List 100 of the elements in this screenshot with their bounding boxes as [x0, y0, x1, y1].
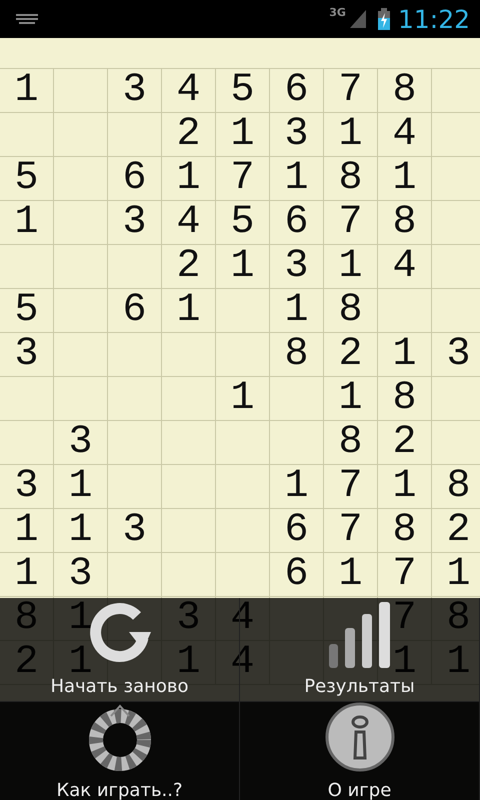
- grid-cell[interactable]: [54, 289, 108, 333]
- grid-cell[interactable]: [54, 157, 108, 201]
- grid-cell[interactable]: 4: [162, 69, 216, 113]
- grid-cell[interactable]: 8: [378, 377, 432, 421]
- grid-cell[interactable]: 2: [432, 509, 480, 553]
- grid-cell[interactable]: 4: [378, 245, 432, 289]
- grid-cell[interactable]: 7: [378, 553, 432, 597]
- grid-cell[interactable]: 1: [162, 157, 216, 201]
- grid-cell[interactable]: [108, 553, 162, 597]
- grid-cell[interactable]: [162, 333, 216, 377]
- grid-cell[interactable]: 3: [0, 465, 54, 509]
- grid-cell[interactable]: [108, 333, 162, 377]
- grid-cell[interactable]: 5: [0, 289, 54, 333]
- grid-cell[interactable]: 1: [324, 377, 378, 421]
- grid-cell[interactable]: [378, 289, 432, 333]
- grid-cell[interactable]: 8: [378, 201, 432, 245]
- grid-cell[interactable]: 7: [216, 157, 270, 201]
- grid-cell[interactable]: [54, 113, 108, 157]
- grid-cell[interactable]: [162, 421, 216, 465]
- grid-cell[interactable]: 1: [216, 245, 270, 289]
- menu-item[interactable]: Как играть..?: [0, 702, 240, 800]
- grid-cell[interactable]: 5: [0, 157, 54, 201]
- grid-cell[interactable]: [108, 245, 162, 289]
- grid-cell[interactable]: [216, 333, 270, 377]
- grid-cell[interactable]: [108, 377, 162, 421]
- grid-cell[interactable]: [270, 421, 324, 465]
- grid-cell[interactable]: 1: [270, 465, 324, 509]
- grid-cell[interactable]: 2: [324, 333, 378, 377]
- grid-cell[interactable]: 1: [432, 553, 480, 597]
- grid-cell[interactable]: [0, 113, 54, 157]
- grid-cell[interactable]: 4: [162, 201, 216, 245]
- grid-cell[interactable]: 3: [0, 333, 54, 377]
- grid-cell[interactable]: [216, 421, 270, 465]
- grid-cell[interactable]: 5: [216, 201, 270, 245]
- grid-cell[interactable]: 1: [378, 333, 432, 377]
- grid-cell[interactable]: 1: [324, 245, 378, 289]
- grid-cell[interactable]: 8: [324, 289, 378, 333]
- grid-cell[interactable]: [54, 69, 108, 113]
- grid-cell[interactable]: 7: [324, 509, 378, 553]
- grid-cell[interactable]: 2: [162, 245, 216, 289]
- grid-cell[interactable]: 3: [108, 201, 162, 245]
- grid-cell[interactable]: 7: [324, 69, 378, 113]
- grid-cell[interactable]: 1: [0, 201, 54, 245]
- grid-cell[interactable]: 6: [270, 509, 324, 553]
- grid-cell[interactable]: 7: [324, 465, 378, 509]
- grid-cell[interactable]: 1: [0, 69, 54, 113]
- grid-cell[interactable]: 6: [270, 553, 324, 597]
- grid-cell[interactable]: 3: [108, 509, 162, 553]
- grid-cell[interactable]: 8: [378, 509, 432, 553]
- grid-cell[interactable]: 3: [54, 553, 108, 597]
- grid-cell[interactable]: [162, 465, 216, 509]
- grid-cell[interactable]: 3: [432, 333, 480, 377]
- grid-cell[interactable]: 1: [216, 377, 270, 421]
- grid-cell[interactable]: 3: [270, 113, 324, 157]
- grid-cell[interactable]: 3: [54, 421, 108, 465]
- grid-cell[interactable]: [0, 377, 54, 421]
- grid-cell[interactable]: 8: [324, 157, 378, 201]
- grid-cell[interactable]: [0, 245, 54, 289]
- grid-cell[interactable]: 8: [270, 333, 324, 377]
- grid-cell[interactable]: 1: [378, 157, 432, 201]
- grid-cell[interactable]: 1: [0, 553, 54, 597]
- grid-cell[interactable]: 1: [378, 465, 432, 509]
- grid-cell[interactable]: 1: [54, 465, 108, 509]
- grid-cell[interactable]: [54, 377, 108, 421]
- grid-cell[interactable]: 1: [270, 157, 324, 201]
- grid-cell[interactable]: [54, 245, 108, 289]
- grid-cell[interactable]: 1: [54, 509, 108, 553]
- grid-cell[interactable]: [54, 201, 108, 245]
- grid-cell[interactable]: [162, 377, 216, 421]
- grid-cell[interactable]: 1: [216, 113, 270, 157]
- grid-cell[interactable]: [0, 421, 54, 465]
- menu-item[interactable]: О игре: [240, 702, 480, 800]
- grid-cell[interactable]: 6: [270, 201, 324, 245]
- grid-cell[interactable]: [54, 333, 108, 377]
- grid-cell[interactable]: 1: [0, 509, 54, 553]
- grid-cell[interactable]: [108, 465, 162, 509]
- grid-cell[interactable]: 3: [108, 69, 162, 113]
- grid-cell[interactable]: 2: [378, 421, 432, 465]
- grid-cell[interactable]: [162, 509, 216, 553]
- grid-cell[interactable]: [162, 553, 216, 597]
- grid-cell[interactable]: 6: [270, 69, 324, 113]
- grid-cell[interactable]: 3: [270, 245, 324, 289]
- grid-cell[interactable]: [108, 421, 162, 465]
- grid-cell[interactable]: 1: [324, 553, 378, 597]
- grid-cell[interactable]: 1: [324, 113, 378, 157]
- grid-cell[interactable]: 6: [108, 157, 162, 201]
- grid-cell[interactable]: 8: [324, 421, 378, 465]
- grid-cell[interactable]: [216, 553, 270, 597]
- grid-cell[interactable]: 1: [162, 289, 216, 333]
- grid-cell[interactable]: [270, 377, 324, 421]
- grid-cell[interactable]: [216, 465, 270, 509]
- grid-cell[interactable]: 8: [432, 465, 480, 509]
- grid-cell[interactable]: 7: [324, 201, 378, 245]
- grid-cell[interactable]: 2: [162, 113, 216, 157]
- grid-cell[interactable]: 8: [378, 69, 432, 113]
- grid-cell[interactable]: [108, 113, 162, 157]
- grid-cell[interactable]: 5: [216, 69, 270, 113]
- grid-cell[interactable]: 1: [270, 289, 324, 333]
- grid-cell[interactable]: 6: [108, 289, 162, 333]
- grid-cell[interactable]: [216, 509, 270, 553]
